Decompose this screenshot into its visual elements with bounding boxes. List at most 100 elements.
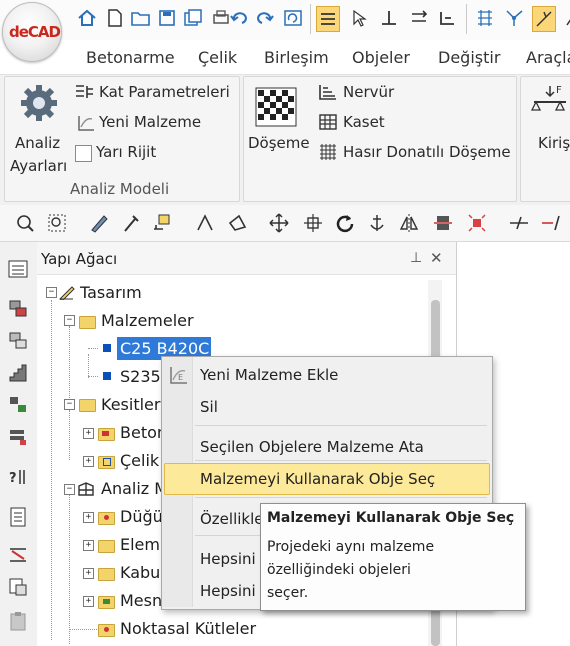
print-preview-icon[interactable] <box>7 576 29 598</box>
tree-node-celik[interactable]: Çelik <box>120 451 159 470</box>
expand-toggle[interactable]: − <box>46 287 57 298</box>
yeni-malzeme-button[interactable]: Yeni Malzeme <box>99 113 201 131</box>
move-icon[interactable] <box>268 212 290 234</box>
svg-text:F: F <box>556 85 562 96</box>
menu-item-obje-sec[interactable]: Malzemeyi Kullanarak Obje Seç <box>200 470 435 488</box>
refresh-icon[interactable] <box>282 6 304 30</box>
yari-rijit-checkbox[interactable] <box>75 145 92 162</box>
menu-item-hepsini-2[interactable]: Hepsini <box>200 582 256 600</box>
zoom-icon[interactable] <box>14 212 36 234</box>
group-icon[interactable] <box>7 394 29 416</box>
help-icon[interactable]: ? <box>7 466 29 488</box>
object-copy-icon[interactable] <box>7 330 29 352</box>
save-all-icon[interactable] <box>182 6 204 30</box>
kaset-button[interactable]: Kaset <box>343 113 385 131</box>
trim-icon[interactable] <box>432 212 454 234</box>
list-view-icon[interactable] <box>7 258 29 280</box>
analiz-ayarlari-label-1[interactable]: Analiz <box>15 134 60 152</box>
home-icon[interactable] <box>76 6 98 30</box>
extend-line-icon[interactable] <box>540 212 562 234</box>
section-cut-icon[interactable] <box>7 544 29 566</box>
undo-icon[interactable] <box>228 6 250 30</box>
clipboard-icon[interactable] <box>7 610 29 632</box>
zoom-window-icon[interactable] <box>46 212 68 234</box>
document-icon[interactable] <box>7 506 29 528</box>
tab-celik[interactable]: Çelik <box>198 48 237 67</box>
tree-node-dugumler[interactable]: Düğü <box>120 507 163 526</box>
save-icon[interactable] <box>156 6 178 30</box>
beam-load-icon[interactable]: F <box>530 82 570 122</box>
hasir-donatili-doseme-button[interactable]: Hasır Donatılı Döşeme <box>343 143 511 161</box>
copy-move-icon[interactable] <box>302 212 324 234</box>
tree-node-noktasal-kutleler[interactable]: Noktasal Kütleler <box>120 619 256 638</box>
stair-icon[interactable] <box>7 362 29 384</box>
kat-parametreleri-icon <box>74 84 94 100</box>
snap-node-icon[interactable] <box>504 6 526 30</box>
tab-objeler[interactable]: Objeler <box>352 48 410 67</box>
tree-node-material-s235[interactable]: S235 <box>120 367 161 386</box>
kiris-button[interactable]: Kiriş <box>538 134 570 152</box>
tree-node-mesnetler[interactable]: Mesn <box>120 591 162 610</box>
dimension-icon[interactable] <box>436 6 458 30</box>
align-icon[interactable] <box>408 6 430 30</box>
material-square-icon <box>103 344 111 352</box>
redo-icon[interactable] <box>254 6 276 30</box>
menu-item-sil[interactable]: Sil <box>200 398 218 416</box>
menu-item-hepsini-1[interactable]: Hepsini <box>200 550 256 568</box>
pin-icon[interactable]: ⊥ <box>410 250 422 266</box>
expand-toggle[interactable]: − <box>64 399 75 410</box>
pencil-tool-icon[interactable] <box>88 212 110 234</box>
tree-node-malzemeler[interactable]: Malzemeler <box>101 311 194 330</box>
expand-toggle[interactable]: + <box>83 512 94 523</box>
analysis-settings-gear-icon[interactable] <box>18 82 60 124</box>
tab-birlesim[interactable]: Birleşim <box>264 48 329 67</box>
app-logo[interactable]: deCAD <box>2 2 62 62</box>
more-icon[interactable] <box>560 6 570 30</box>
analiz-ayarlari-label-2[interactable]: Ayarları <box>10 157 67 175</box>
expand-toggle[interactable]: + <box>83 540 94 551</box>
insert-icon[interactable] <box>150 212 172 234</box>
new-file-icon[interactable] <box>104 6 126 30</box>
select-cursor-icon[interactable] <box>348 6 370 30</box>
angle-icon[interactable] <box>194 212 216 234</box>
tree-node-kabuklar[interactable]: Kabu <box>120 563 160 582</box>
anchor-icon[interactable] <box>366 212 388 234</box>
yari-rijit-label[interactable]: Yarı Rijit <box>96 143 156 161</box>
tree-line <box>69 326 70 406</box>
layers-icon[interactable] <box>7 298 29 320</box>
close-panel-icon[interactable]: ✕ <box>430 249 443 267</box>
break-line-icon[interactable] <box>508 212 530 234</box>
tab-betonarme[interactable]: Betonarme <box>86 48 175 67</box>
layer-table-icon[interactable] <box>316 6 340 32</box>
snap-grid-icon[interactable] <box>474 6 496 30</box>
tab-degistir[interactable]: Değiştir <box>438 48 500 67</box>
new-material-icon <box>76 114 96 132</box>
snap-active-icon[interactable] <box>532 6 556 32</box>
doseme-button[interactable]: Döşeme <box>248 134 310 152</box>
expand-toggle[interactable]: − <box>64 315 75 326</box>
arc-icon[interactable] <box>226 212 248 234</box>
menu-item-yeni-malzeme-ekle[interactable]: Yeni Malzeme Ekle <box>200 366 338 384</box>
stack-icon[interactable] <box>7 426 29 448</box>
pick-icon[interactable] <box>120 212 142 234</box>
open-folder-icon[interactable] <box>130 6 152 30</box>
tab-araclar[interactable]: Araçla <box>526 48 570 67</box>
explode-icon[interactable] <box>466 212 488 234</box>
kat-parametreleri-button[interactable]: Kat Parametreleri <box>99 83 230 101</box>
nervur-button[interactable]: Nervür <box>343 83 394 101</box>
grid-axis-icon[interactable] <box>378 6 400 30</box>
menu-item-malzeme-ata[interactable]: Seçilen Objelere Malzeme Ata <box>200 438 424 456</box>
expand-toggle[interactable]: + <box>83 428 94 439</box>
tree-node-analiz-modeli[interactable]: Analiz M <box>101 479 168 498</box>
expand-toggle[interactable]: − <box>64 484 75 495</box>
rotate-icon[interactable] <box>334 212 356 234</box>
expand-toggle[interactable]: + <box>83 568 94 579</box>
slab-checker-icon[interactable] <box>255 87 297 127</box>
expand-toggle[interactable]: + <box>83 596 94 607</box>
mirror-icon[interactable] <box>398 212 420 234</box>
tree-node-kesitler[interactable]: Kesitler <box>101 395 160 414</box>
menu-item-ozellikler[interactable]: Özellikle <box>200 510 264 528</box>
tree-node-beton[interactable]: Beton <box>120 423 167 442</box>
tree-node-tasarim[interactable]: Tasarım <box>80 283 142 302</box>
expand-toggle[interactable]: + <box>83 456 94 467</box>
